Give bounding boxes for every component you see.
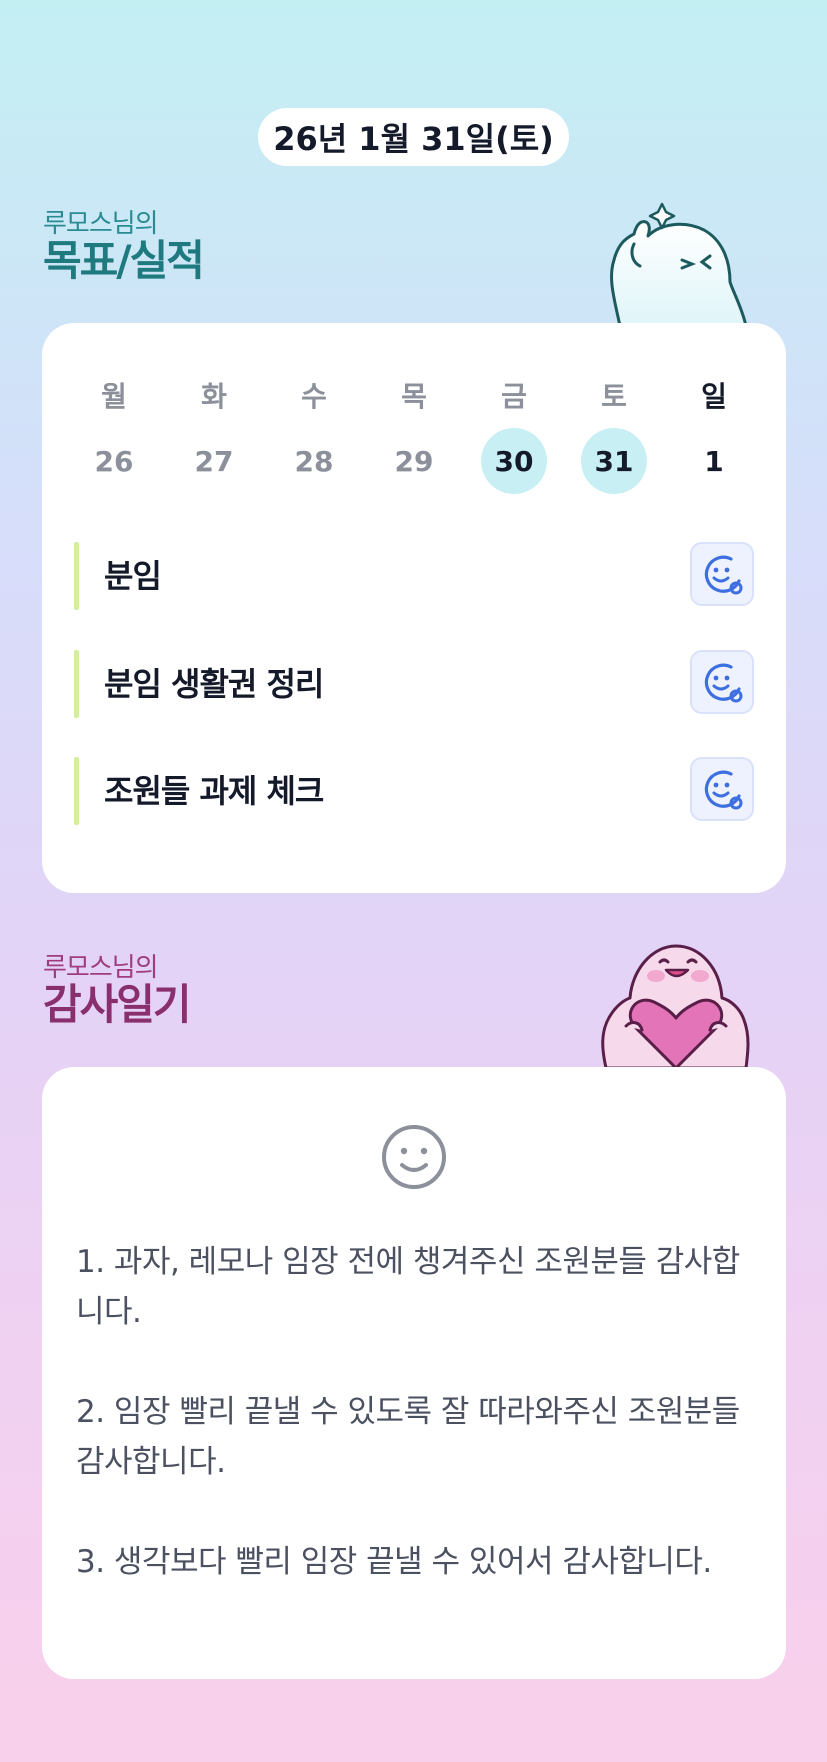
goal-item-bar	[74, 542, 79, 610]
date-cell[interactable]: 26	[81, 428, 147, 494]
gratitude-entry: 3. 생각보다 빨리 임장 끝낼 수 있어서 감사합니다.	[76, 1544, 712, 1580]
add-reaction-button[interactable]	[690, 650, 754, 714]
add-reaction-icon	[704, 663, 743, 703]
add-reaction-button[interactable]	[690, 757, 754, 821]
goal-item-label: 분임	[104, 557, 162, 595]
week-dates-row: 26 27 28 29 30 31 1	[66, 428, 762, 494]
weekday-sun: 일	[701, 380, 727, 413]
weekday-header-row: 월 화 수 목 금 토 일	[66, 375, 762, 415]
date-cell[interactable]: 28	[281, 428, 347, 494]
gratitude-entry: 1. 과자, 레모나 임장 전에 챙겨주신 조원분들 감사합니다.	[76, 1244, 740, 1330]
goals-card: 월 화 수 목 금 토 일 26 27 28 29 30 31 1 분임 분임 …	[42, 323, 786, 893]
add-reaction-icon	[704, 555, 743, 595]
smiley-face-icon	[382, 1125, 446, 1189]
weekday-mon: 월	[101, 380, 127, 413]
mascot-thumbs-up-illustration	[610, 202, 748, 326]
goal-item-label: 조원들 과제 체크	[104, 772, 324, 810]
weekday-fri: 금	[501, 380, 527, 413]
date-cell[interactable]: 29	[381, 428, 447, 494]
add-reaction-button[interactable]	[690, 542, 754, 606]
date-cell-marked[interactable]: 31	[581, 428, 647, 494]
gratitude-diary-card: 1. 과자, 레모나 임장 전에 챙겨주신 조원분들 감사합니다. 2. 임장 …	[42, 1067, 786, 1679]
goals-section-heading: 루모스님의 목표/실적	[43, 209, 205, 285]
goal-item-label: 분임 생활권 정리	[104, 665, 324, 703]
weekday-tue: 화	[201, 380, 227, 413]
thanks-section-heading: 루모스님의 감사일기	[43, 953, 192, 1029]
date-cell-today[interactable]: 1	[681, 428, 747, 494]
date-cell[interactable]: 27	[181, 428, 247, 494]
weekday-wed: 수	[301, 380, 327, 413]
date-label[interactable]: 26년 1월 31일(토)	[258, 108, 569, 166]
goal-item[interactable]: 분임	[74, 542, 754, 610]
weekday-sat: 토	[601, 380, 627, 413]
date-cell-marked[interactable]: 30	[481, 428, 547, 494]
goals-section-title: 목표/실적	[43, 236, 205, 285]
goals-section-subtitle: 루모스님의	[43, 209, 159, 239]
mascot-heart-illustration	[601, 944, 750, 1068]
thanks-section-title: 감사일기	[43, 980, 192, 1029]
weekday-thu: 목	[401, 380, 427, 413]
goal-item-bar	[74, 650, 79, 718]
goal-item[interactable]: 분임 생활권 정리	[74, 650, 754, 718]
gratitude-entry: 2. 임장 빨리 끝낼 수 있도록 잘 따라와주신 조원분들 감사합니다.	[76, 1394, 740, 1480]
goal-item[interactable]: 조원들 과제 체크	[74, 757, 754, 825]
thanks-section-subtitle: 루모스님의	[43, 953, 159, 983]
goal-item-bar	[74, 757, 79, 825]
add-reaction-icon	[704, 770, 743, 810]
